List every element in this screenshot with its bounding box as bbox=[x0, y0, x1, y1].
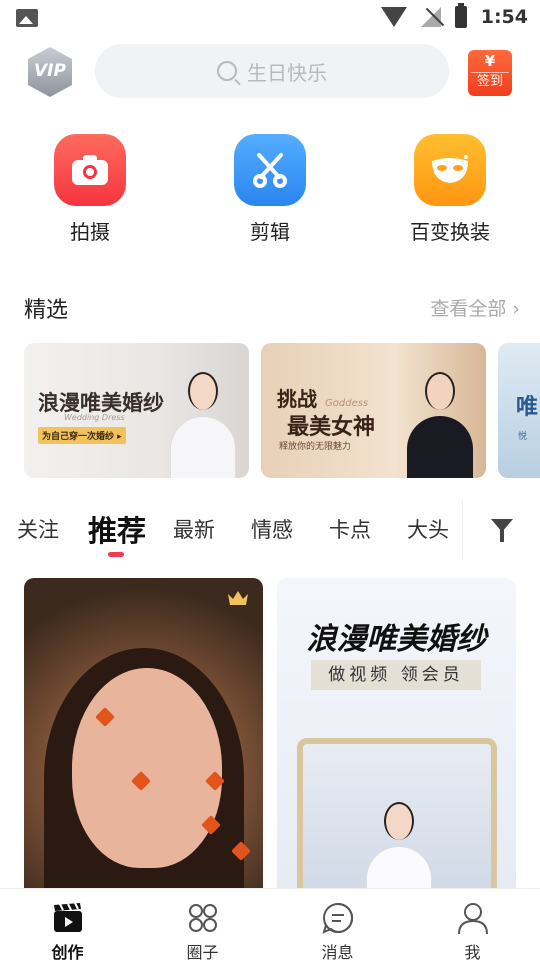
tab-bighead[interactable]: 大头 bbox=[407, 514, 449, 544]
banner-wedding-model bbox=[162, 358, 242, 478]
camera-icon bbox=[54, 134, 126, 206]
featured-carousel[interactable]: 浪漫唯美婚纱 Wedding Dress 为自己穿一次婚纱 ▸ 挑战 最美女神 … bbox=[24, 343, 540, 479]
nav-create-label: 创作 bbox=[51, 943, 84, 962]
card-wedding-model bbox=[358, 788, 438, 888]
tab-latest[interactable]: 最新 bbox=[173, 514, 215, 544]
message-icon bbox=[321, 902, 353, 934]
clock: 1:54 bbox=[480, 6, 528, 28]
search-placeholder: 生日快乐 bbox=[247, 60, 327, 85]
tool-row: 拍摄 剪辑 百变换装 bbox=[0, 134, 540, 246]
card-wedding-title: 浪漫唯美婚纱 bbox=[306, 622, 487, 657]
nav-circle[interactable]: 圈子 bbox=[135, 889, 270, 962]
banner-goddess-model bbox=[399, 358, 479, 478]
tool-shoot-label: 拍摄 bbox=[70, 220, 110, 244]
crown-icon bbox=[228, 591, 248, 605]
feed-card-autumn[interactable] bbox=[24, 578, 263, 888]
tab-beat[interactable]: 卡点 bbox=[329, 514, 371, 544]
top-bar: VIP 生日快乐 ¥ 签到 bbox=[0, 40, 540, 104]
banner-goddess-top: 挑战 bbox=[277, 387, 317, 411]
nav-me[interactable]: 我 bbox=[405, 889, 540, 962]
filter-button[interactable] bbox=[462, 500, 540, 560]
template-feed: 浪漫唯美婚纱 做视频 领会员 bbox=[0, 578, 540, 888]
card-wedding-frame bbox=[297, 738, 497, 888]
image-icon bbox=[16, 9, 38, 27]
nav-messages[interactable]: 消息 bbox=[270, 889, 405, 962]
featured-header: 精选 查看全部 › bbox=[24, 290, 520, 324]
view-all-link[interactable]: 查看全部 › bbox=[430, 294, 520, 321]
bottom-nav: 创作 圈子 消息 我 bbox=[0, 888, 540, 962]
grid-icon bbox=[188, 904, 217, 932]
category-tabs: 关注 推荐 最新 情感 卡点 大头 bbox=[0, 500, 540, 560]
card-portrait-face bbox=[72, 668, 222, 868]
card-wedding-subtitle: 做视频 领会员 bbox=[311, 660, 481, 690]
banner-partial-tag: 悦 bbox=[518, 432, 528, 442]
vip-button[interactable]: VIP bbox=[26, 46, 74, 98]
chevron-right-icon: › bbox=[512, 298, 520, 320]
tool-shoot[interactable]: 拍摄 bbox=[30, 134, 150, 245]
tool-dressup-label: 百变换装 bbox=[410, 220, 490, 244]
search-bar[interactable]: 生日快乐 bbox=[95, 44, 449, 98]
nav-messages-label: 消息 bbox=[321, 943, 354, 962]
yen-icon: ¥ bbox=[484, 52, 496, 70]
tab-emotion[interactable]: 情感 bbox=[251, 514, 293, 544]
no-sim-icon bbox=[420, 7, 441, 27]
banner-goddess-subtitle: Goddess bbox=[325, 398, 369, 409]
nav-me-label: 我 bbox=[464, 943, 481, 962]
banner-wedding-tag: 为自己穿一次婚纱 ▸ bbox=[38, 427, 126, 444]
tool-dressup[interactable]: 百变换装 bbox=[390, 134, 510, 245]
tool-edit[interactable]: 剪辑 bbox=[210, 134, 330, 245]
active-tab-indicator bbox=[108, 552, 124, 557]
user-icon bbox=[457, 903, 488, 935]
clapperboard-icon bbox=[53, 902, 82, 932]
filter-icon bbox=[491, 519, 513, 542]
battery-charging-icon bbox=[454, 3, 467, 28]
feed-card-wedding[interactable]: 浪漫唯美婚纱 做视频 领会员 bbox=[277, 578, 516, 888]
tab-follow[interactable]: 关注 bbox=[17, 514, 59, 544]
tool-edit-label: 剪辑 bbox=[250, 220, 290, 244]
nav-create[interactable]: 创作 bbox=[0, 889, 135, 962]
banner-partial[interactable]: 唯 悦 bbox=[498, 343, 540, 478]
nav-circle-label: 圈子 bbox=[186, 943, 219, 962]
status-bar: 1:54 bbox=[0, 0, 540, 36]
banner-goddess[interactable]: 挑战 最美女神 Goddess 释放你的无限魅力 bbox=[261, 343, 486, 478]
wifi-icon bbox=[380, 7, 407, 27]
vip-label: VIP bbox=[34, 61, 66, 81]
mask-icon bbox=[414, 134, 486, 206]
featured-title: 精选 bbox=[24, 298, 69, 323]
banner-goddess-tag: 释放你的无限魅力 bbox=[279, 442, 352, 452]
banner-wedding-subtitle: Wedding Dress bbox=[64, 413, 125, 422]
signin-button[interactable]: ¥ 签到 bbox=[468, 50, 512, 96]
scissors-icon bbox=[234, 134, 306, 206]
view-all-label: 查看全部 bbox=[430, 298, 507, 320]
signin-label: 签到 bbox=[471, 72, 509, 91]
banner-goddess-title: 最美女神 bbox=[287, 415, 376, 440]
banner-wedding[interactable]: 浪漫唯美婚纱 Wedding Dress 为自己穿一次婚纱 ▸ bbox=[24, 343, 249, 478]
banner-partial-title: 唯 bbox=[516, 395, 539, 420]
tab-recommend[interactable]: 推荐 bbox=[88, 508, 146, 550]
search-icon bbox=[217, 61, 237, 81]
